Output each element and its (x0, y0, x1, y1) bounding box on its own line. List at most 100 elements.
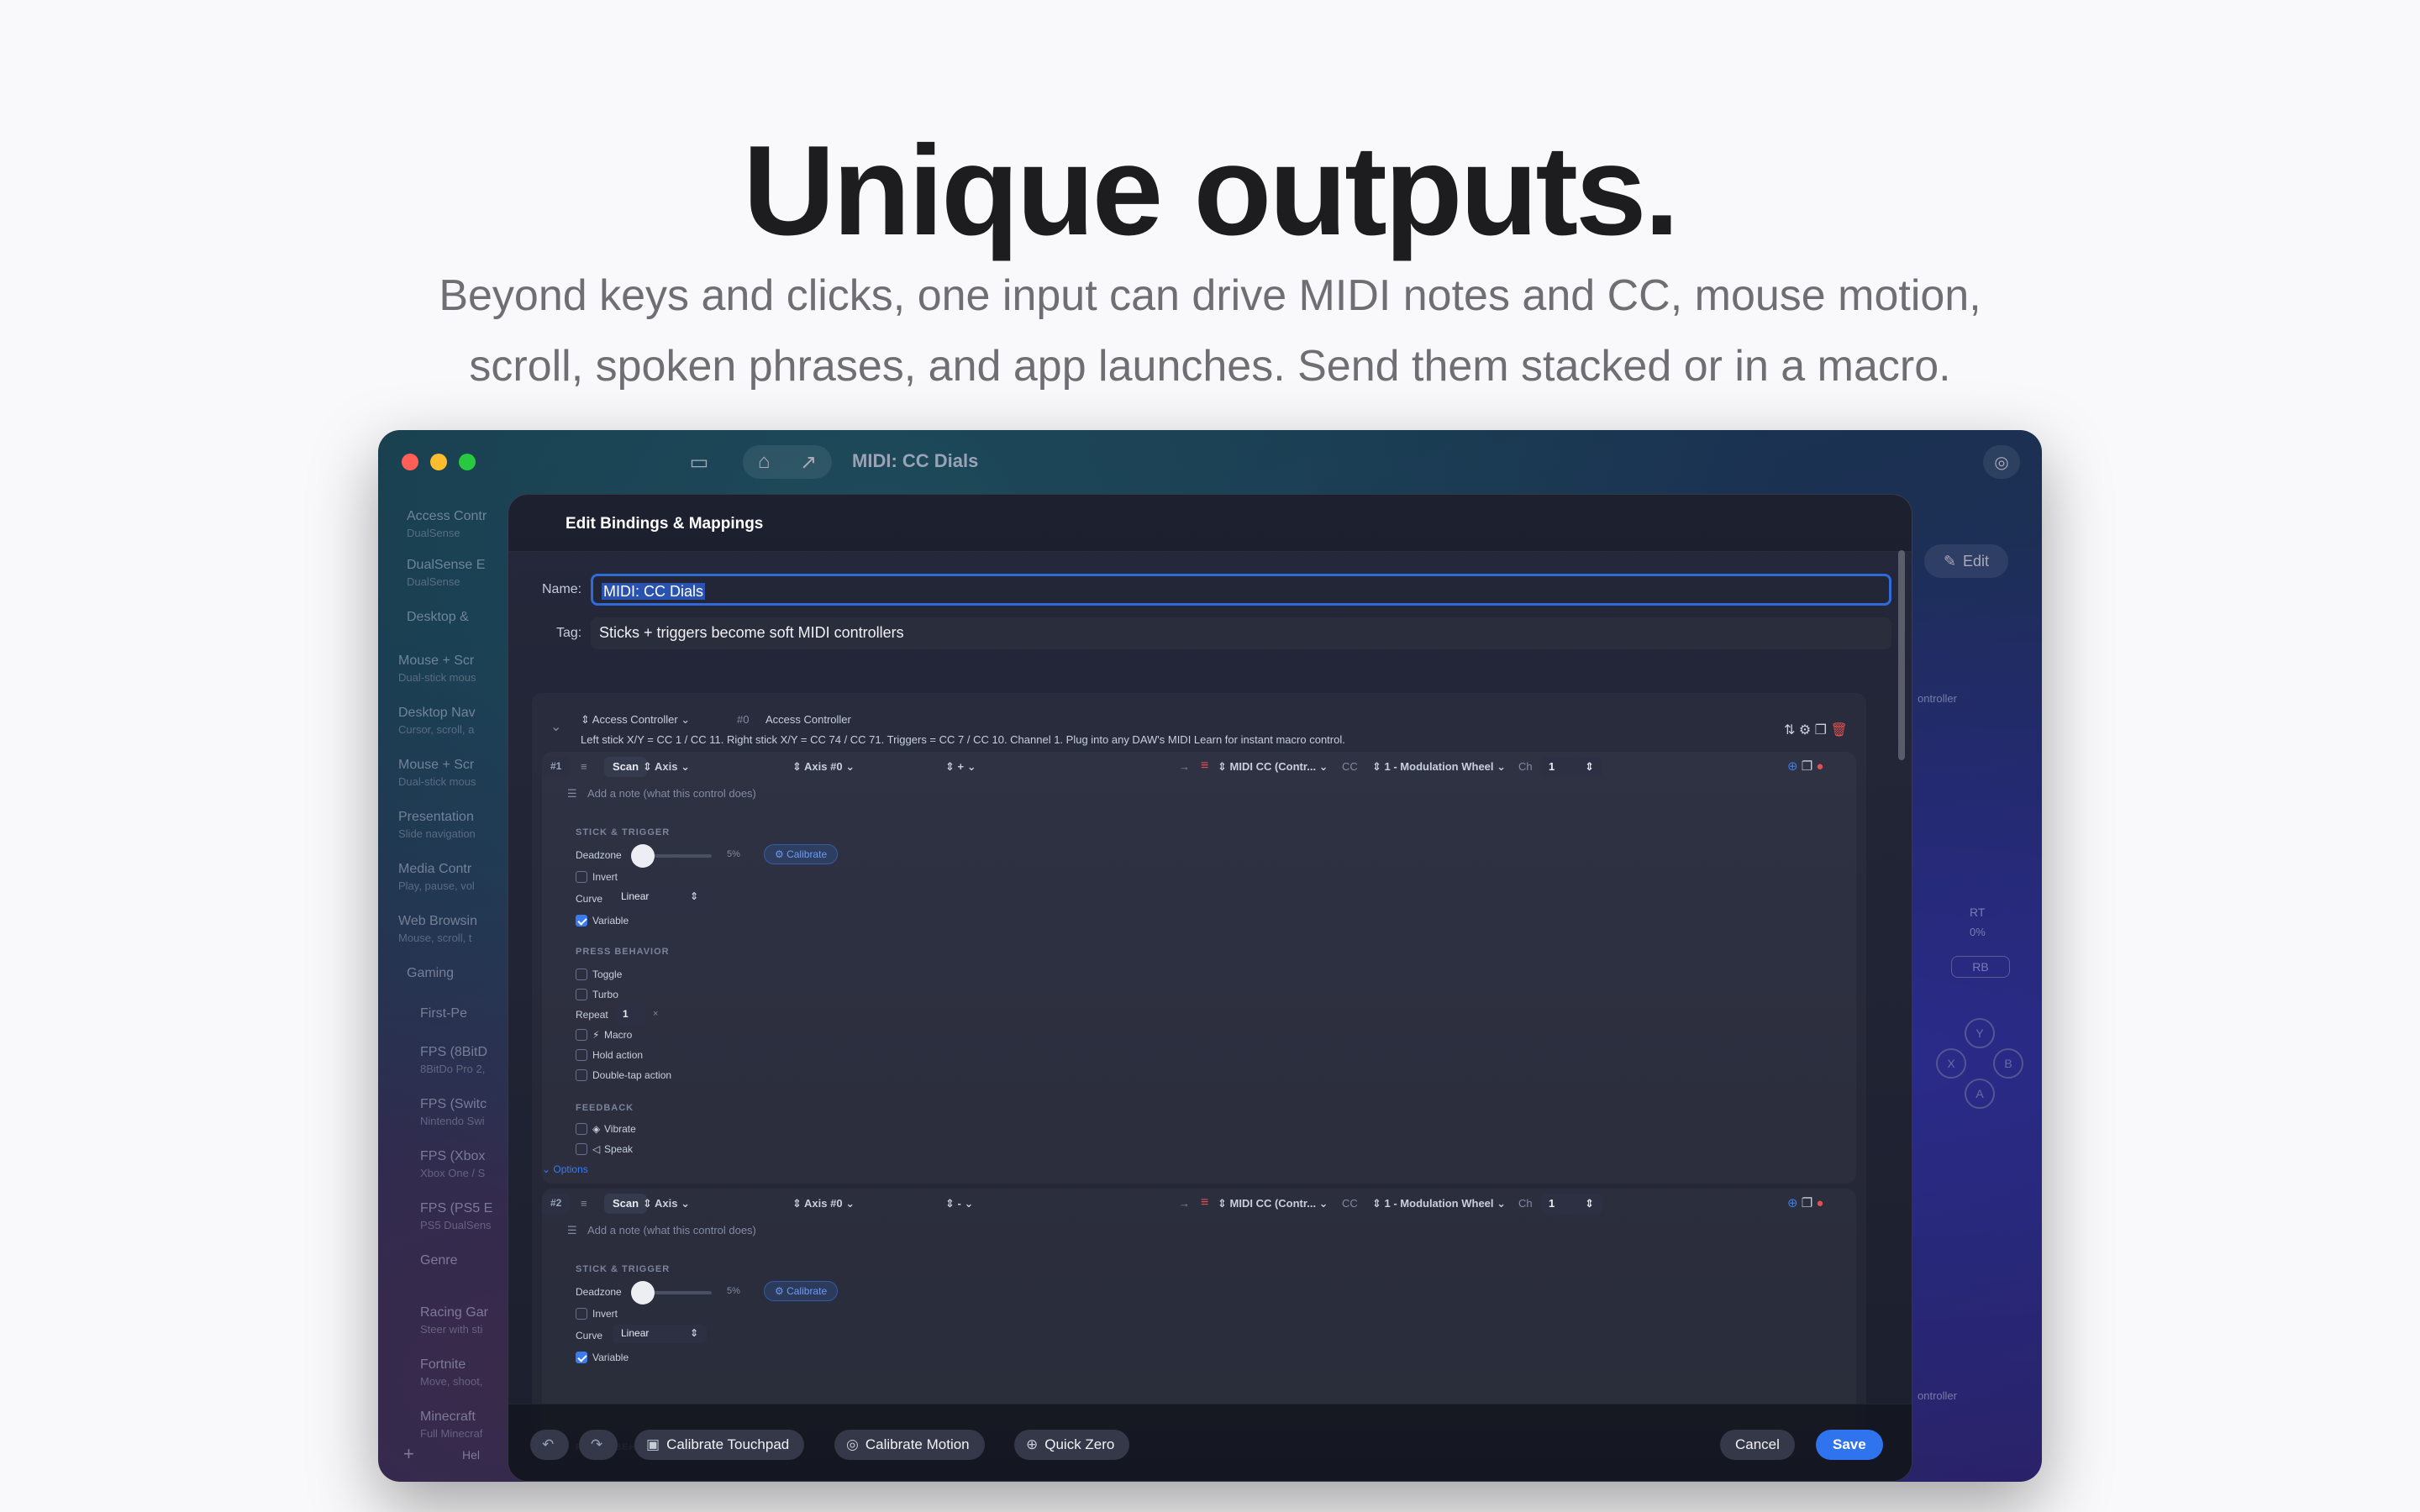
sidebar-item[interactable]: Web Browsin Mouse, scroll, t (398, 914, 477, 944)
curve-select[interactable]: Linear ⇕ (613, 1325, 707, 1343)
dropdown-output[interactable]: ⇕ MIDI CC (Contr... ⌄ (1218, 760, 1328, 774)
sidebar-item[interactable]: FPS (Xbox Xbox One / S (420, 1149, 485, 1179)
remove-icon[interactable]: ● (1816, 759, 1823, 774)
drag-handle-icon[interactable]: ≡ (581, 1197, 587, 1210)
controller-selector[interactable]: ⇕ Access Controller ⌄ (581, 713, 690, 727)
quick-zero-button[interactable]: ⊕ Quick Zero (1014, 1430, 1130, 1460)
trash-icon[interactable]: 🗑 (1830, 723, 1847, 738)
deadzone-slider[interactable] (631, 1281, 712, 1305)
channel-stepper[interactable]: 1 ⇕ (1540, 1194, 1602, 1214)
tag-field[interactable]: Sticks + triggers become soft MIDI contr… (591, 617, 1891, 649)
speak-checkbox[interactable] (576, 1143, 587, 1155)
variable-checkbox[interactable] (576, 915, 587, 927)
a-button[interactable]: A (1965, 1079, 1995, 1109)
dropdown-output[interactable]: ⇕ MIDI CC (Contr... ⌄ (1218, 1197, 1328, 1210)
deadzone-slider[interactable] (631, 844, 712, 868)
add-icon[interactable]: ⊕ (1787, 1196, 1802, 1210)
note-field[interactable]: Add a note (what this control does) (587, 787, 756, 800)
add-icon[interactable]: ⊕ (1787, 759, 1802, 774)
name-field[interactable]: MIDI: CC Dials (591, 574, 1891, 606)
sidebar-item[interactable]: Presentation Slide navigation (398, 810, 476, 840)
vibrate-checkbox[interactable] (576, 1123, 587, 1135)
dropdown-type[interactable]: ⇕ Axis ⌄ (643, 760, 690, 774)
chevron-down-icon: ⌄ (1493, 760, 1507, 773)
dropdown-axis[interactable]: ⇕ Axis #0 ⌄ (792, 1197, 855, 1210)
home-icon[interactable]: ⌂ (758, 450, 771, 474)
invert-checkbox[interactable] (576, 1308, 587, 1320)
repeat-field[interactable]: 1 (614, 1005, 646, 1024)
scan-button[interactable]: Scan (604, 1194, 648, 1214)
calibrate-motion-button[interactable]: ◎ Calibrate Motion (834, 1430, 985, 1460)
dropdown-type[interactable]: ⇕ Axis ⌄ (643, 1197, 690, 1210)
sidebar-item[interactable]: Mouse + Scr Dual-stick mous (398, 654, 476, 684)
sidebar-item-subtitle: DualSense (407, 527, 460, 539)
invert-checkbox[interactable] (576, 871, 587, 883)
redo-button[interactable]: ↷ (579, 1430, 618, 1460)
b-button[interactable]: B (1993, 1048, 2023, 1079)
sidebar-item[interactable]: Media Contr Play, pause, vol (398, 862, 475, 892)
sort-icon[interactable]: ⇅ (1784, 723, 1795, 738)
gear-icon[interactable]: ⚙ (1799, 723, 1811, 738)
minimize-window-button[interactable] (430, 454, 447, 470)
calibrate-touchpad-button[interactable]: ▣ Calibrate Touchpad (634, 1430, 805, 1460)
dropdown-direction[interactable]: ⇕ + ⌄ (945, 760, 976, 774)
channel-stepper[interactable]: 1 ⇕ (1540, 757, 1602, 777)
dropdown-direction[interactable]: ⇕ - ⌄ (945, 1197, 973, 1210)
chart-icon[interactable]: ↗ (800, 450, 817, 475)
sidebar-item[interactable]: Desktop & (407, 610, 469, 625)
edit-button[interactable]: ✎ Edit (1924, 544, 2008, 578)
scrollbar[interactable] (1898, 550, 1905, 760)
help-link[interactable]: Hel (462, 1448, 480, 1462)
sidebar-item[interactable]: Gaming (407, 966, 454, 981)
sidebar-item[interactable]: Fortnite Move, shoot, (420, 1357, 482, 1388)
slider-knob[interactable] (631, 844, 655, 868)
sidebar-item[interactable]: Racing Gar Steer with sti (420, 1305, 488, 1336)
curve-select[interactable]: Linear ⇕ (613, 888, 707, 906)
variable-checkbox[interactable] (576, 1352, 587, 1363)
double-tap-checkbox[interactable] (576, 1069, 587, 1081)
dropdown-cc[interactable]: ⇕ 1 - Modulation Wheel ⌄ (1372, 1197, 1506, 1210)
sidebar-item[interactable]: First-Pe (420, 1006, 467, 1021)
dropdown-axis-label: Axis #0 (804, 760, 843, 773)
calibrate-button[interactable]: ⚙ Calibrate (764, 844, 839, 864)
note-field[interactable]: Add a note (what this control does) (587, 1224, 756, 1236)
updown-icon: ⇕ (1218, 760, 1230, 773)
slider-knob[interactable] (631, 1281, 655, 1305)
sidebar-item[interactable]: Mouse + Scr Dual-stick mous (398, 758, 476, 788)
duplicate-icon[interactable]: ❐ (1815, 723, 1827, 738)
sidebar-item[interactable]: FPS (Switc Nintendo Swi (420, 1097, 487, 1127)
sidebar-item[interactable]: Access Contr DualSense (407, 509, 487, 539)
sidebar-item[interactable]: Desktop Nav Cursor, scroll, a (398, 706, 476, 736)
close-window-button[interactable] (402, 454, 418, 470)
macro-checkbox[interactable] (576, 1029, 587, 1041)
rb-button[interactable]: RB (1951, 956, 2010, 978)
scan-button[interactable]: Scan (604, 757, 648, 777)
duplicate-icon[interactable]: ❐ (1802, 759, 1817, 774)
sidebar-toggle-icon[interactable]: ▭ (681, 445, 718, 479)
chevron-down-icon: ⌄ (1493, 1197, 1507, 1210)
duplicate-icon[interactable]: ❐ (1802, 1196, 1817, 1210)
sidebar-item[interactable]: Genre (420, 1253, 457, 1268)
remove-icon[interactable]: ● (1816, 1196, 1823, 1210)
dropdown-axis[interactable]: ⇕ Axis #0 ⌄ (792, 760, 855, 774)
y-button[interactable]: Y (1965, 1018, 1995, 1048)
hold-checkbox[interactable] (576, 1049, 587, 1061)
chevron-down-icon[interactable]: ⌄ (550, 718, 561, 735)
turbo-checkbox[interactable] (576, 989, 587, 1000)
undo-button[interactable]: ↶ (530, 1430, 569, 1460)
add-button[interactable]: + (403, 1443, 414, 1465)
drag-handle-icon[interactable]: ≡ (581, 760, 587, 773)
x-button[interactable]: X (1936, 1048, 1966, 1079)
calibrate-button[interactable]: ⚙ Calibrate (764, 1281, 839, 1301)
zoom-window-button[interactable] (459, 454, 476, 470)
sidebar-item[interactable]: Minecraft Full Minecraf (420, 1410, 482, 1440)
save-button[interactable]: Save (1816, 1430, 1883, 1460)
dropdown-cc[interactable]: ⇕ 1 - Modulation Wheel ⌄ (1372, 760, 1506, 774)
settings-icon[interactable]: ◎ (1983, 445, 2020, 479)
sidebar-item[interactable]: FPS (8BitD 8BitDo Pro 2, (420, 1045, 487, 1075)
sidebar-item[interactable]: DualSense E DualSense (407, 558, 485, 588)
cancel-button[interactable]: Cancel (1720, 1430, 1795, 1460)
sidebar-item[interactable]: FPS (PS5 E PS5 DualSens (420, 1201, 492, 1231)
toggle-checkbox[interactable] (576, 969, 587, 980)
options-toggle[interactable]: ⌄ Options (542, 1163, 588, 1175)
